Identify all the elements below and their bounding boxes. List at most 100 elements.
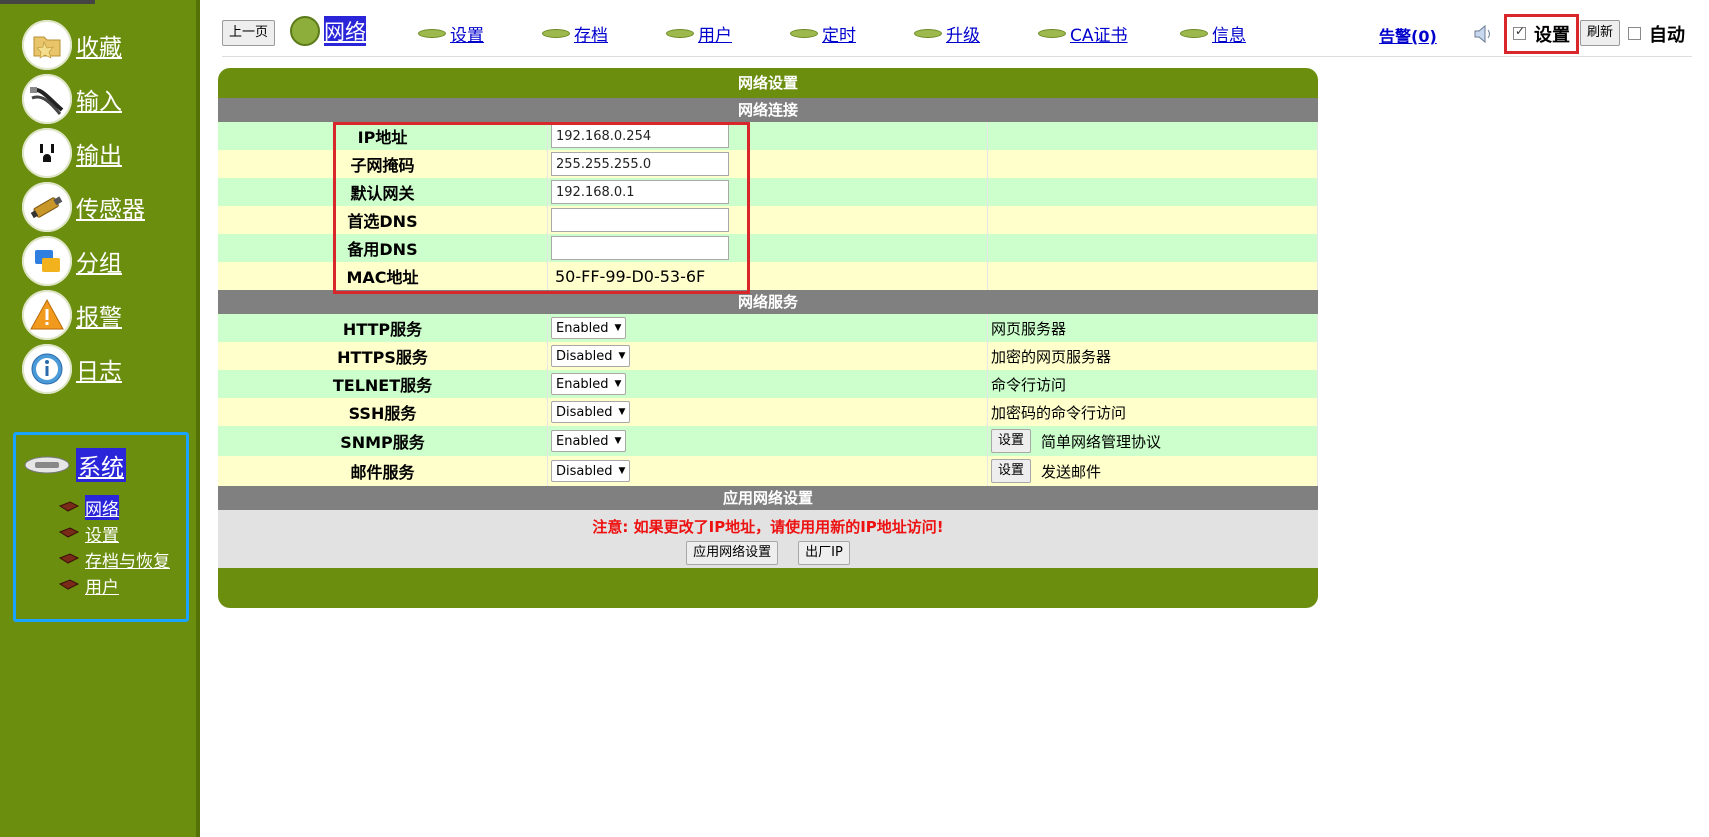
gateway-input[interactable]	[551, 180, 729, 204]
service-name: HTTP服务	[218, 314, 548, 342]
sidebar-item-sensor[interactable]: 传感器	[22, 182, 145, 232]
pill-icon	[790, 28, 818, 38]
dns1-cell	[548, 206, 988, 234]
row-mac: MAC地址 50-FF-99-D0-53-6F	[218, 262, 1318, 290]
sidebar-item-label[interactable]: 输出	[76, 136, 122, 170]
sidebar-item-label[interactable]: 分组	[76, 244, 122, 278]
service-row-mail: 邮件服务 Disabled ▼ 设置 发送邮件	[218, 456, 1318, 486]
sidebar-item-label[interactable]: 传感器	[76, 190, 145, 224]
sidebar-subitem-users[interactable]: 用户	[58, 573, 119, 598]
mask-input[interactable]	[551, 152, 729, 176]
factory-ip-button[interactable]: 出厂IP	[798, 541, 850, 565]
sidebar-item-log[interactable]: 日志	[22, 344, 122, 394]
pill-icon	[914, 28, 942, 38]
select-value: Enabled	[556, 376, 609, 392]
input-cable-icon	[22, 74, 72, 124]
ip-input[interactable]	[551, 124, 729, 148]
nav-item-settings[interactable]: 设置	[418, 20, 484, 46]
service-state-select[interactable]: Disabled ▼	[551, 401, 631, 423]
section-header-apply: 应用网络设置	[218, 486, 1318, 510]
nav-current-label[interactable]: 网络	[324, 16, 366, 46]
apply-area: 注意: 如果更改了IP地址，请使用用新的IP地址访问! 应用网络设置 出厂IP	[218, 510, 1318, 568]
dropdown-arrow-icon: ▼	[614, 379, 622, 389]
empty-cell	[988, 206, 1318, 234]
section-header-connection: 网络连接	[218, 98, 1318, 122]
nav-link[interactable]: CA证书	[1070, 21, 1128, 46]
auto-checkbox[interactable]	[1628, 27, 1641, 40]
nav-item-ca-cert[interactable]: CA证书	[1038, 20, 1128, 46]
nav-item-info[interactable]: 信息	[1180, 20, 1246, 46]
sidebar-subitem-label[interactable]: 存档与恢复	[85, 547, 170, 572]
alarm-link[interactable]: 告警(0)	[1379, 23, 1437, 47]
settings-checkbox[interactable]	[1513, 24, 1526, 40]
sidebar-item-system[interactable]: 系统	[22, 440, 126, 490]
sidebar-subitem-label[interactable]: 用户	[85, 573, 119, 598]
prev-page-button[interactable]: 上一页	[222, 20, 276, 46]
sidebar-item-input[interactable]: 输入	[22, 74, 122, 124]
mail-settings-button[interactable]: 设置	[991, 459, 1032, 483]
service-desc: 网页服务器	[991, 319, 1067, 338]
nav-link[interactable]: 设置	[450, 21, 484, 46]
panel-title: 网络设置	[737, 74, 798, 92]
sidebar-item-output[interactable]: 输出	[22, 128, 122, 178]
sidebar-subitem-label[interactable]: 网络	[85, 494, 119, 520]
nav-link[interactable]: 定时	[822, 21, 856, 46]
select-value: Enabled	[556, 433, 609, 449]
sidebar-item-label[interactable]: 收藏	[76, 28, 122, 62]
sidebar-item-label[interactable]: 系统	[76, 448, 126, 482]
service-state-select[interactable]: Disabled ▼	[551, 460, 631, 482]
section-header-services: 网络服务	[218, 290, 1318, 314]
sidebar-item-group[interactable]: 分组	[22, 236, 122, 286]
dropdown-arrow-icon: ▼	[614, 323, 622, 333]
nav-link[interactable]: 信息	[1212, 21, 1246, 46]
service-state-select[interactable]: Enabled ▼	[551, 317, 627, 339]
folder-icon	[22, 20, 72, 70]
sidebar-item-favorites[interactable]: 收藏	[22, 20, 122, 70]
sidebar-subitem-backup[interactable]: 存档与恢复	[58, 547, 170, 572]
sensor-icon	[22, 182, 72, 232]
service-state-select[interactable]: Enabled ▼	[551, 430, 627, 452]
nav-link[interactable]: 存档	[574, 21, 608, 46]
service-state-select[interactable]: Disabled ▼	[551, 345, 631, 367]
book-icon	[58, 553, 80, 564]
group-icon	[22, 236, 72, 286]
snmp-settings-button[interactable]: 设置	[991, 429, 1032, 453]
nav-link[interactable]: 升级	[946, 21, 980, 46]
pill-icon	[666, 28, 694, 38]
sidebar-item-label[interactable]: 输入	[76, 82, 122, 116]
dns1-label: 首选DNS	[218, 206, 548, 234]
nav-item-timer[interactable]: 定时	[790, 20, 856, 46]
speaker-icon[interactable]	[1472, 22, 1494, 46]
nav-item-upgrade[interactable]: 升级	[914, 20, 980, 46]
sidebar-subitem-network[interactable]: 网络	[58, 494, 119, 520]
service-desc-cell: 网页服务器	[988, 314, 1318, 342]
power-outlet-icon	[22, 128, 72, 178]
apply-network-button[interactable]: 应用网络设置	[686, 541, 779, 565]
pill-icon	[1180, 28, 1208, 38]
mac-value: 50-FF-99-D0-53-6F	[555, 266, 706, 286]
mac-label: MAC地址	[218, 262, 548, 290]
row-mask: 子网掩码	[218, 150, 1318, 178]
row-gateway: 默认网关	[218, 178, 1318, 206]
sidebar-item-label[interactable]: 日志	[76, 352, 122, 386]
sidebar-item-label[interactable]: 报警	[76, 298, 122, 332]
book-icon	[58, 527, 80, 538]
dns1-input[interactable]	[551, 208, 729, 232]
service-select-cell: Disabled ▼	[548, 342, 988, 370]
book-icon	[58, 501, 80, 512]
nav-current-network[interactable]: 网络	[290, 16, 366, 46]
sidebar: 收藏 输入 输出 传感器 分组 报警 日志 系统 网络 设置 存档与恢复 用户	[0, 0, 200, 837]
nav-item-archive[interactable]: 存档	[542, 20, 608, 46]
sidebar-item-alarm[interactable]: 报警	[22, 290, 122, 340]
service-desc: 加密码的命令行访问	[991, 403, 1127, 422]
service-row-https: HTTPS服务 Disabled ▼ 加密的网页服务器	[218, 342, 1318, 370]
nav-link[interactable]: 用户	[698, 21, 732, 46]
dns2-input[interactable]	[551, 236, 729, 260]
warning-icon	[22, 290, 72, 340]
nav-item-users[interactable]: 用户	[666, 20, 732, 46]
refresh-button[interactable]: 刷新	[1580, 20, 1621, 46]
service-row-http: HTTP服务 Enabled ▼ 网页服务器	[218, 314, 1318, 342]
sidebar-subitem-settings[interactable]: 设置	[58, 521, 119, 546]
service-state-select[interactable]: Enabled ▼	[551, 373, 627, 395]
sidebar-subitem-label[interactable]: 设置	[85, 521, 119, 546]
